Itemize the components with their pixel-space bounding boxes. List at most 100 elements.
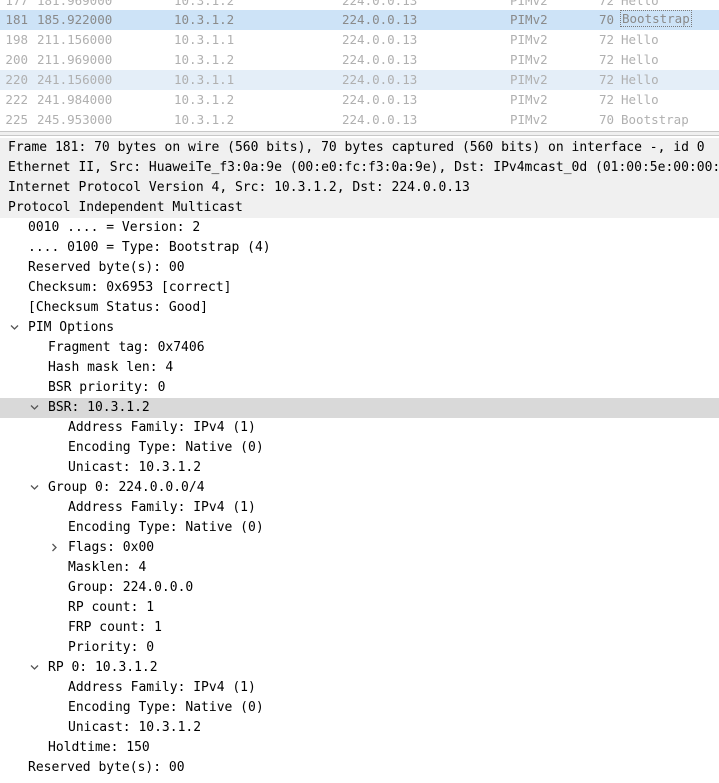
packet-protocol: PIMv2 bbox=[510, 12, 548, 27]
packet-source: 10.3.1.1 bbox=[174, 32, 235, 47]
tree-item-group-flags[interactable]: Flags: 0x00 bbox=[0, 538, 719, 558]
packet-protocol: PIMv2 bbox=[510, 0, 548, 8]
tree-item-group-encoding-type[interactable]: Encoding Type: Native (0) bbox=[0, 518, 719, 538]
pane-splitter[interactable] bbox=[0, 131, 719, 136]
tree-item-pim[interactable]: Protocol Independent Multicast bbox=[0, 198, 719, 218]
tree-item-label: BSR priority: 0 bbox=[48, 380, 166, 395]
packet-destination: 224.0.0.13 bbox=[342, 32, 418, 47]
tree-item-label: Frame 181: 70 bytes on wire (560 bits), … bbox=[8, 140, 705, 155]
packet-time: 181.969000 bbox=[37, 0, 113, 8]
packet-list[interactable]: 177 181.969000 10.3.1.2 224.0.0.13 PIMv2… bbox=[0, 0, 719, 131]
packet-destination: 224.0.0.13 bbox=[342, 112, 418, 127]
packet-source: 10.3.1.2 bbox=[174, 112, 235, 127]
tree-item-label: Hash mask len: 4 bbox=[48, 360, 174, 375]
packet-row-selected[interactable]: 181 185.922000 10.3.1.2 224.0.0.13 PIMv2… bbox=[0, 10, 719, 30]
tree-item-label: Flags: 0x00 bbox=[68, 540, 155, 555]
tree-item-checksum[interactable]: Checksum: 0x6953 [correct] bbox=[0, 278, 719, 298]
tree-item-group-masklen[interactable]: Masklen: 4 bbox=[0, 558, 719, 578]
tree-item-group-address-family[interactable]: Address Family: IPv4 (1) bbox=[0, 498, 719, 518]
packet-time: 241.984000 bbox=[37, 92, 113, 107]
tree-item-label: .... 0100 = Type: Bootstrap (4) bbox=[28, 240, 271, 255]
packet-info: Bootstrap bbox=[621, 112, 689, 127]
tree-item-checksum-status[interactable]: [Checksum Status: Good] bbox=[0, 298, 719, 318]
tree-item-label: Group 0: 224.0.0.0/4 bbox=[48, 480, 205, 495]
tree-item-version[interactable]: 0010 .... = Version: 2 bbox=[0, 218, 719, 238]
tree-item-bsr-priority[interactable]: BSR priority: 0 bbox=[0, 378, 719, 398]
tree-item-label: Address Family: IPv4 (1) bbox=[68, 680, 256, 695]
packet-number: 181 bbox=[5, 12, 28, 27]
packet-source: 10.3.1.2 bbox=[174, 0, 235, 8]
tree-item-fragment-tag[interactable]: Fragment tag: 0x7406 bbox=[0, 338, 719, 358]
packet-protocol: PIMv2 bbox=[510, 52, 548, 67]
packet-length: 72 bbox=[598, 92, 614, 107]
tree-item-rp-address-family[interactable]: Address Family: IPv4 (1) bbox=[0, 678, 719, 698]
tree-item-group0[interactable]: Group 0: 224.0.0.0/4 bbox=[0, 478, 719, 498]
tree-item-label: Checksum: 0x6953 [correct] bbox=[28, 280, 232, 295]
packet-number: 177 bbox=[5, 0, 28, 8]
packet-destination: 224.0.0.13 bbox=[342, 0, 418, 8]
tree-item-hash-mask-len[interactable]: Hash mask len: 4 bbox=[0, 358, 719, 378]
tree-item-frame[interactable]: Frame 181: 70 bytes on wire (560 bits), … bbox=[0, 138, 719, 158]
tree-item-label: Masklen: 4 bbox=[68, 560, 147, 575]
packet-length: 72 bbox=[598, 72, 614, 87]
packet-row[interactable]: 198 211.156000 10.3.1.1 224.0.0.13 PIMv2… bbox=[0, 30, 719, 50]
packet-row[interactable]: 220 241.156000 10.3.1.1 224.0.0.13 PIMv2… bbox=[0, 70, 719, 90]
tree-item-ip[interactable]: Internet Protocol Version 4, Src: 10.3.1… bbox=[0, 178, 719, 198]
tree-item-label: PIM Options bbox=[28, 320, 115, 335]
tree-item-label: [Checksum Status: Good] bbox=[28, 300, 209, 315]
tree-item-rp-unicast[interactable]: Unicast: 10.3.1.2 bbox=[0, 718, 719, 738]
packet-time: 245.953000 bbox=[37, 112, 113, 127]
tree-item-group-frp-count[interactable]: FRP count: 1 bbox=[0, 618, 719, 638]
tree-item-bsr-address-family[interactable]: Address Family: IPv4 (1) bbox=[0, 418, 719, 438]
tree-item-type[interactable]: .... 0100 = Type: Bootstrap (4) bbox=[0, 238, 719, 258]
tree-item-label: Holdtime: 150 bbox=[48, 740, 150, 755]
packet-info: Hello bbox=[621, 0, 659, 8]
packet-length: 70 bbox=[598, 12, 614, 27]
tree-item-label: Encoding Type: Native (0) bbox=[68, 520, 264, 535]
tree-item-ethernet[interactable]: Ethernet II, Src: HuaweiTe_f3:0a:9e (00:… bbox=[0, 158, 719, 178]
tree-item-label: RP 0: 10.3.1.2 bbox=[48, 660, 158, 675]
tree-item-rp-encoding-type[interactable]: Encoding Type: Native (0) bbox=[0, 698, 719, 718]
packet-protocol: PIMv2 bbox=[510, 72, 548, 87]
tree-item-label: RP count: 1 bbox=[68, 600, 155, 615]
chevron-down-icon[interactable] bbox=[10, 323, 19, 331]
tree-item-label: 0010 .... = Version: 2 bbox=[28, 220, 201, 235]
tree-item-label: Unicast: 10.3.1.2 bbox=[68, 460, 202, 475]
tree-item-label: Encoding Type: Native (0) bbox=[68, 700, 264, 715]
packet-details-tree[interactable]: Frame 181: 70 bytes on wire (560 bits), … bbox=[0, 137, 719, 783]
packet-info: Hello bbox=[621, 92, 659, 107]
packet-row[interactable]: 225 245.953000 10.3.1.2 224.0.0.13 PIMv2… bbox=[0, 110, 719, 130]
packet-info: Bootstrap bbox=[620, 10, 692, 27]
tree-item-label: Unicast: 10.3.1.2 bbox=[68, 720, 202, 735]
tree-item-group-group[interactable]: Group: 224.0.0.0 bbox=[0, 578, 719, 598]
tree-item-label: Group: 224.0.0.0 bbox=[68, 580, 194, 595]
packet-number: 222 bbox=[5, 92, 28, 107]
packet-length: 72 bbox=[598, 52, 614, 67]
packet-row[interactable]: 200 211.969000 10.3.1.2 224.0.0.13 PIMv2… bbox=[0, 50, 719, 70]
tree-item-rp0[interactable]: RP 0: 10.3.1.2 bbox=[0, 658, 719, 678]
packet-info: Hello bbox=[621, 32, 659, 47]
chevron-down-icon[interactable] bbox=[30, 663, 39, 671]
tree-item-label: Address Family: IPv4 (1) bbox=[68, 420, 256, 435]
tree-item-holdtime[interactable]: Holdtime: 150 bbox=[0, 738, 719, 758]
packet-destination: 224.0.0.13 bbox=[342, 92, 418, 107]
tree-item-group-rp-count[interactable]: RP count: 1 bbox=[0, 598, 719, 618]
packet-source: 10.3.1.2 bbox=[174, 52, 235, 67]
packet-source: 10.3.1.2 bbox=[174, 92, 235, 107]
tree-item-bsr-encoding-type[interactable]: Encoding Type: Native (0) bbox=[0, 438, 719, 458]
chevron-right-icon[interactable] bbox=[50, 543, 58, 552]
packet-destination: 224.0.0.13 bbox=[342, 12, 418, 27]
packet-length: 72 bbox=[598, 32, 614, 47]
tree-item-bsr-unicast[interactable]: Unicast: 10.3.1.2 bbox=[0, 458, 719, 478]
chevron-down-icon[interactable] bbox=[30, 483, 39, 491]
packet-protocol: PIMv2 bbox=[510, 92, 548, 107]
tree-item-pim-options[interactable]: PIM Options bbox=[0, 318, 719, 338]
tree-item-group-priority[interactable]: Priority: 0 bbox=[0, 638, 719, 658]
tree-item-bsr-selected[interactable]: BSR: 10.3.1.2 bbox=[0, 398, 719, 418]
packet-number: 220 bbox=[5, 72, 28, 87]
tree-item-reserved-2[interactable]: Reserved byte(s): 00 bbox=[0, 758, 719, 778]
chevron-down-icon[interactable] bbox=[30, 403, 39, 411]
tree-item-reserved[interactable]: Reserved byte(s): 00 bbox=[0, 258, 719, 278]
packet-info: Hello bbox=[621, 52, 659, 67]
packet-row[interactable]: 222 241.984000 10.3.1.2 224.0.0.13 PIMv2… bbox=[0, 90, 719, 110]
